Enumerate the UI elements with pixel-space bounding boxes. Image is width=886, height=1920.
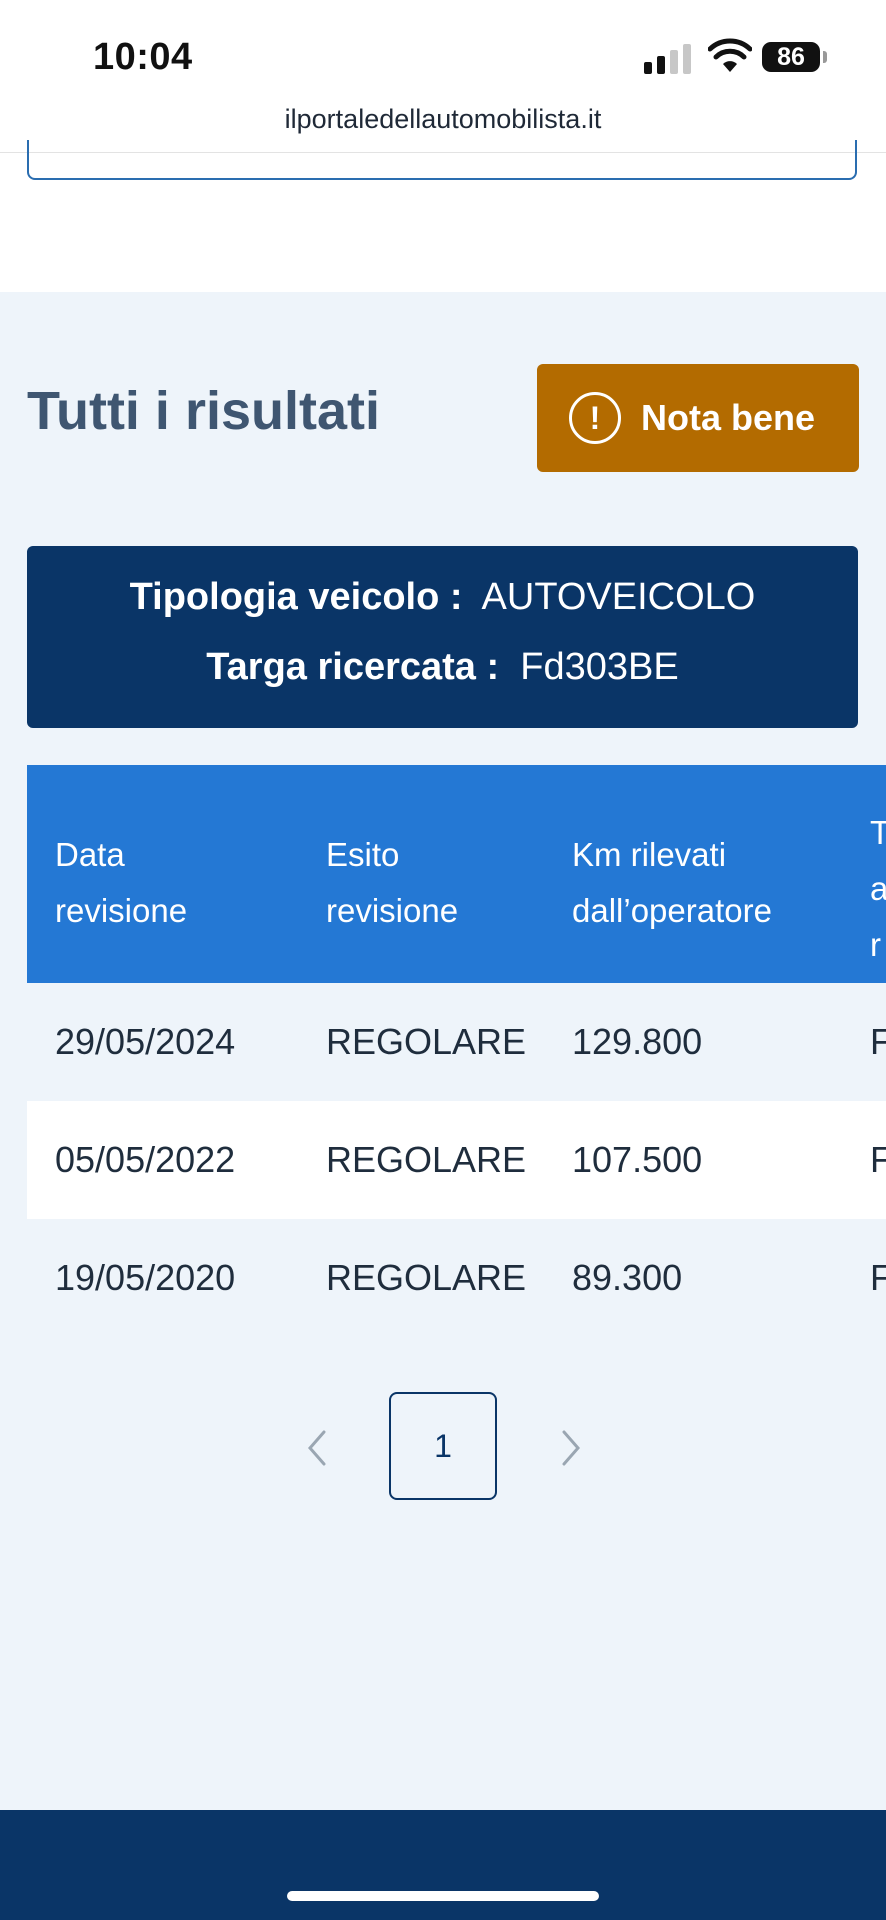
- vehicle-type-value: AUTOVEICOLO: [481, 576, 756, 618]
- table-row: 05/05/2022 REGOLARE 107.500 F: [27, 1101, 886, 1219]
- column-header-esito: Esito revisione: [326, 836, 459, 929]
- cell-date: 05/05/2022: [55, 1139, 236, 1180]
- chevron-right-icon[interactable]: [556, 1418, 586, 1478]
- battery-tip: [823, 51, 827, 63]
- column-header-km: Km rilevati dall’operatore: [572, 836, 772, 929]
- wifi-icon: [708, 38, 752, 72]
- cell-date: 19/05/2020: [55, 1257, 236, 1298]
- status-time: 10:04: [93, 36, 193, 78]
- table-row: 29/05/2024 REGOLARE 129.800 F: [27, 983, 886, 1101]
- signal-icon: [644, 42, 694, 74]
- exclamation-circle-icon: !: [569, 392, 621, 444]
- plate-line: Targa ricercata : Fd303BE: [27, 646, 858, 689]
- cell-truncated: F: [870, 1139, 886, 1180]
- page-footer: [0, 1810, 886, 1920]
- cell-truncated: F: [870, 1021, 886, 1062]
- cell-km: 107.500: [572, 1139, 703, 1180]
- pagination-page-1[interactable]: 1: [389, 1392, 497, 1500]
- vehicle-info-box: Tipologia veicolo : AUTOVEICOLO Targa ri…: [27, 546, 858, 728]
- chevron-left-icon[interactable]: [302, 1418, 332, 1478]
- vehicle-type-label: Tipologia veicolo :: [129, 576, 463, 618]
- cell-date: 29/05/2024: [55, 1021, 236, 1062]
- status-bar: 10:04 86 ilportaledellautomobilista.it: [0, 0, 886, 153]
- cell-truncated: F: [870, 1257, 886, 1298]
- results-table-header: Data revisione Esito revisione Km rileva…: [27, 765, 886, 983]
- previous-section-box: [27, 140, 857, 180]
- nota-bene-label: Nota bene: [641, 397, 816, 438]
- plate-label: Targa ricercata :: [206, 646, 500, 688]
- cell-km: 129.800: [572, 1021, 703, 1062]
- plate-value: Fd303BE: [520, 646, 679, 688]
- cell-km: 89.300: [572, 1257, 683, 1298]
- column-header-data: Data revisione: [55, 836, 188, 929]
- home-indicator[interactable]: [287, 1891, 599, 1901]
- cell-esito: REGOLARE: [326, 1257, 527, 1298]
- cell-esito: REGOLARE: [326, 1139, 527, 1180]
- table-row: 19/05/2020 REGOLARE 89.300 F: [27, 1219, 886, 1337]
- column-header-truncated: T a r: [870, 814, 886, 963]
- battery-icon: 86: [762, 42, 820, 72]
- cell-esito: REGOLARE: [326, 1021, 527, 1062]
- vehicle-type-line: Tipologia veicolo : AUTOVEICOLO: [27, 576, 858, 619]
- address-bar-url[interactable]: ilportaledellautomobilista.it: [0, 104, 886, 135]
- nota-bene-button[interactable]: ! Nota bene: [537, 364, 859, 472]
- page-title: Tutti i risultati: [27, 381, 380, 441]
